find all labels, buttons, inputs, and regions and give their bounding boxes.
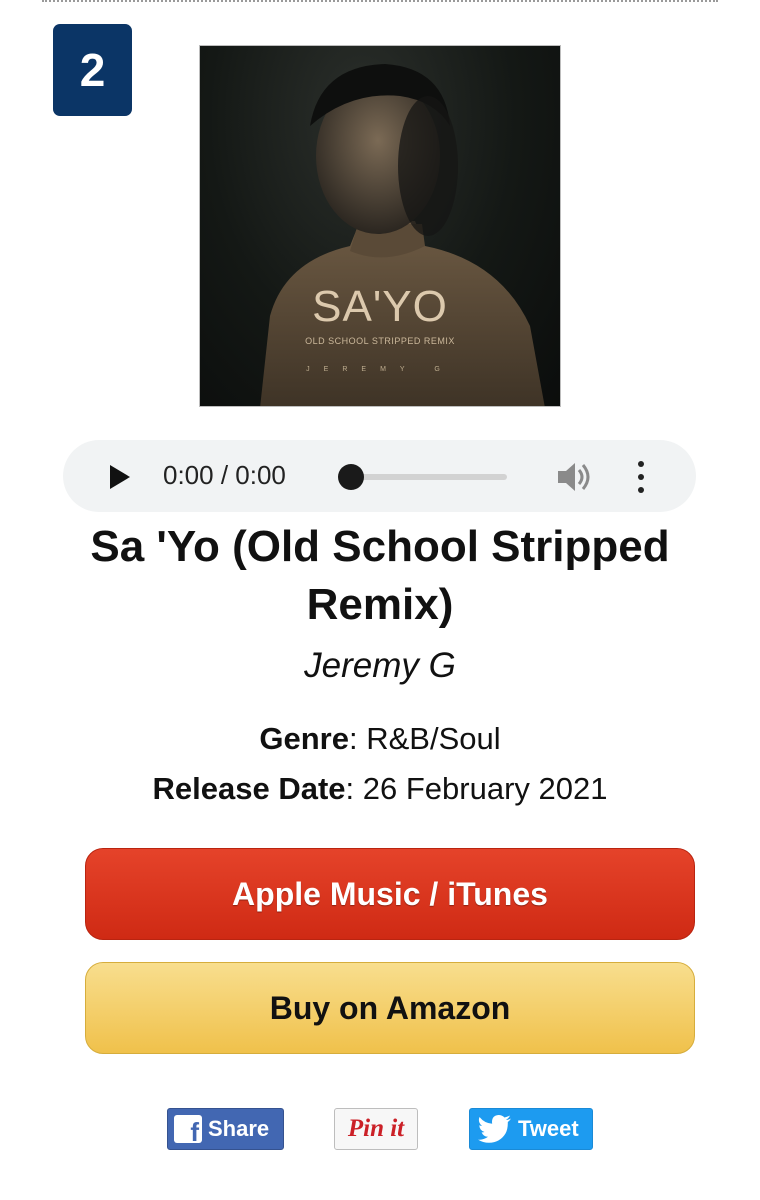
release-date-label: Release Date <box>152 771 346 806</box>
twitter-tweet-label: Tweet <box>518 1116 579 1141</box>
rank-badge: 2 <box>53 24 132 116</box>
album-cover: SA'YO OLD SCHOOL STRIPPED REMIX JEREMY G <box>199 45 561 407</box>
time-display: 0:00 / 0:00 <box>163 460 286 490</box>
amazon-button[interactable]: Buy on Amazon <box>85 962 695 1054</box>
more-options-icon[interactable] <box>634 459 648 495</box>
cover-title: SA'YO <box>312 282 448 331</box>
play-icon[interactable] <box>110 465 130 489</box>
facebook-icon: f <box>174 1115 202 1143</box>
genre-label: Genre <box>259 721 349 756</box>
release-date-value: : 26 February 2021 <box>345 771 608 806</box>
facebook-share-label: Share <box>208 1116 270 1141</box>
seek-thumb[interactable] <box>338 464 364 490</box>
genre-line: Genre: R&B/Soul <box>60 721 700 757</box>
twitter-bird-icon <box>478 1115 511 1143</box>
top-divider <box>42 0 718 2</box>
apple-music-button[interactable]: Apple Music / iTunes <box>85 848 695 940</box>
cover-subtitle: OLD SCHOOL STRIPPED REMIX <box>305 336 455 346</box>
release-date-line: Release Date: 26 February 2021 <box>60 771 700 807</box>
song-title: Sa 'Yo (Old School Stripped Remix) <box>90 522 670 629</box>
cover-artist: JEREMY G <box>306 366 454 373</box>
artist-name: Jeremy G <box>304 646 456 685</box>
pinterest-pin-button[interactable]: Pin it <box>334 1108 418 1150</box>
cover-portrait <box>260 64 545 406</box>
facebook-share-button[interactable]: f Share <box>167 1108 284 1150</box>
pinterest-pin-label: Pin it <box>347 1115 405 1142</box>
seek-bar[interactable] <box>352 474 507 480</box>
volume-icon[interactable] <box>556 460 592 494</box>
genre-value: : R&B/Soul <box>348 721 501 756</box>
twitter-tweet-button[interactable]: Tweet <box>469 1108 593 1150</box>
